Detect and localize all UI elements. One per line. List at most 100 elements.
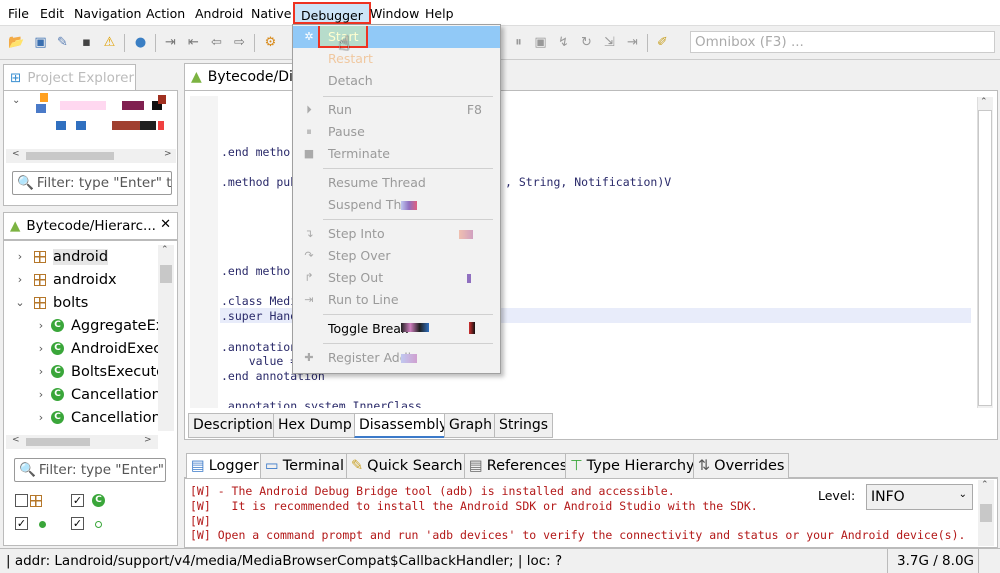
tab-logger[interactable]: ▤ Logger: [186, 453, 264, 478]
warning-icon[interactable]: ⚠: [101, 34, 118, 51]
tab-references[interactable]: ▤ References: [464, 453, 573, 478]
tree-row-class[interactable]: › C Cancellation: [6, 383, 158, 406]
menu-android[interactable]: Android: [195, 6, 243, 21]
jump-back-icon[interactable]: ⇤: [185, 34, 202, 51]
horizontal-scrollbar[interactable]: < >: [6, 435, 158, 449]
menu-native[interactable]: Native: [251, 6, 291, 21]
tab-graph[interactable]: Graph: [444, 413, 497, 438]
tab-disassembly[interactable]: Disassembly: [354, 413, 453, 438]
tab-overrides[interactable]: ⇅ Overrides: [693, 453, 790, 478]
debug-tool-icon[interactable]: ▣: [532, 34, 549, 51]
menu-item-detach[interactable]: Detach: [293, 70, 500, 92]
menu-item-step-into[interactable]: ↴ Step Into: [293, 223, 500, 245]
menu-item-step-over[interactable]: ↷ Step Over: [293, 245, 500, 267]
debug-tool-icon[interactable]: ↻: [578, 34, 595, 51]
log-line: [W]: [190, 514, 211, 528]
chevron-right-icon[interactable]: ›: [35, 411, 47, 424]
scroll-thumb[interactable]: [978, 110, 992, 406]
debug-tool-icon[interactable]: ⏸: [510, 34, 527, 51]
chevron-right-icon[interactable]: ›: [35, 365, 47, 378]
chevron-right-icon[interactable]: ›: [14, 250, 26, 263]
pen-icon[interactable]: ✐: [654, 34, 671, 51]
horizontal-scrollbar[interactable]: < >: [6, 149, 176, 163]
filter-checkbox[interactable]: [15, 494, 28, 507]
scroll-right-icon[interactable]: >: [164, 149, 172, 159]
tree-row-package[interactable]: › androidx: [6, 268, 117, 291]
scroll-up-icon[interactable]: ⌃: [161, 245, 169, 255]
plugin-icon[interactable]: ⚙: [262, 34, 279, 51]
tab-quick-search[interactable]: ✎ Quick Search: [346, 453, 468, 478]
log-level-select[interactable]: INFO ⌄: [866, 484, 973, 510]
menu-separator: [323, 96, 493, 97]
scroll-thumb[interactable]: [26, 438, 90, 446]
save-icon[interactable]: ▣: [32, 34, 49, 51]
debug-tool-icon[interactable]: ⇲: [601, 34, 618, 51]
hierarchy-filter-input[interactable]: 🔍 Filter: type "Enter": [14, 458, 166, 482]
menu-debugger[interactable]: Debugger: [293, 2, 371, 24]
chevron-right-icon[interactable]: ›: [35, 388, 47, 401]
tree-row-class[interactable]: › C BoltsExecuto: [6, 360, 158, 383]
back-icon[interactable]: ⇦: [208, 34, 225, 51]
globe-icon[interactable]: ●: [132, 34, 149, 51]
tab-terminal[interactable]: ▭ Terminal: [260, 453, 349, 478]
menu-item-resume-thread[interactable]: Resume Thread: [293, 172, 500, 194]
project-filter-input[interactable]: 🔍 Filter: type "Enter" t: [12, 171, 172, 195]
scroll-right-icon[interactable]: >: [144, 435, 152, 445]
tab-hex-dump[interactable]: Hex Dump: [273, 413, 357, 438]
debug-tool-icon[interactable]: ⇥: [624, 34, 641, 51]
menu-item-run[interactable]: ⏵ Run F8: [293, 99, 500, 121]
open-folder-icon[interactable]: 📂: [8, 34, 25, 51]
tree-row-class[interactable]: › C AndroidExec: [6, 337, 158, 360]
chevron-down-icon[interactable]: ⌄: [12, 95, 20, 106]
vertical-scrollbar[interactable]: ⌃: [158, 245, 174, 431]
filter-checkbox[interactable]: ✓: [71, 517, 84, 530]
forward-icon[interactable]: ⇨: [231, 34, 248, 51]
menu-item-toggle-breakpoint[interactable]: Toggle Break: [293, 318, 500, 340]
tab-label: Terminal: [282, 458, 344, 474]
tab-strings[interactable]: Strings: [494, 413, 554, 438]
scroll-thumb[interactable]: [160, 265, 172, 283]
menu-file[interactable]: File: [8, 6, 29, 21]
menu-item-pause[interactable]: ⏸ Pause: [293, 121, 500, 143]
tree-row-class[interactable]: › C Cancellation: [6, 406, 158, 429]
close-icon[interactable]: ✕: [160, 217, 171, 232]
menu-action[interactable]: Action: [146, 6, 185, 21]
chevron-right-icon[interactable]: ›: [35, 342, 47, 355]
tab-type-hierarchy[interactable]: ⊤ Type Hierarchy: [565, 453, 700, 478]
scroll-up-icon[interactable]: ⌃: [981, 480, 989, 490]
editor-tab[interactable]: ▲ Bytecode/Dis: [184, 63, 304, 90]
tree-row-class[interactable]: › C AggregateEx: [6, 314, 158, 337]
scroll-up-icon[interactable]: ⌃: [980, 97, 988, 107]
menu-help[interactable]: Help: [425, 6, 454, 21]
logger-vertical-scrollbar[interactable]: ⌃: [978, 480, 994, 546]
menu-item-terminate[interactable]: ■ Terminate: [293, 143, 500, 165]
scroll-left-icon[interactable]: <: [12, 149, 20, 159]
scroll-thumb[interactable]: [26, 152, 114, 160]
menu-item-suspend-thread[interactable]: Suspend Thre: [293, 194, 500, 216]
jump-to-icon[interactable]: ⇥: [162, 34, 179, 51]
export-icon[interactable]: ▪: [78, 34, 95, 51]
chevron-down-icon[interactable]: ⌄: [14, 296, 26, 309]
properties-icon[interactable]: ✎: [54, 34, 71, 51]
menu-item-step-out[interactable]: ↱ Step Out: [293, 267, 500, 289]
menu-edit[interactable]: Edit: [40, 6, 64, 21]
menu-item-register-addin[interactable]: ✚ Register Addi: [293, 347, 500, 369]
omnibox-input[interactable]: Omnibox (F3) ...: [690, 31, 995, 53]
tab-description[interactable]: Description: [188, 413, 278, 438]
chevron-right-icon[interactable]: ›: [35, 319, 47, 332]
menu-item-restart[interactable]: Restart: [293, 48, 500, 70]
chevron-right-icon[interactable]: ›: [14, 273, 26, 286]
bytecode-hierarchy-tab[interactable]: ▲ Bytecode/Hierarc... ✕: [3, 212, 178, 240]
menu-navigation[interactable]: Navigation: [74, 6, 141, 21]
project-tree-item[interactable]: [32, 93, 172, 133]
filter-checkbox[interactable]: ✓: [71, 494, 84, 507]
tree-row-package[interactable]: ⌄ bolts: [6, 291, 88, 314]
debug-tool-icon[interactable]: ↯: [555, 34, 572, 51]
project-explorer-tab[interactable]: ⊞ Project Explorer: [3, 64, 136, 90]
tree-row-package[interactable]: › android: [6, 245, 109, 268]
scroll-thumb[interactable]: [980, 504, 992, 522]
filter-checkbox[interactable]: ✓: [15, 517, 28, 530]
menu-window[interactable]: Window: [370, 6, 419, 21]
scroll-left-icon[interactable]: <: [12, 435, 20, 445]
menu-item-run-to-line[interactable]: ⇥ Run to Line: [293, 289, 500, 311]
